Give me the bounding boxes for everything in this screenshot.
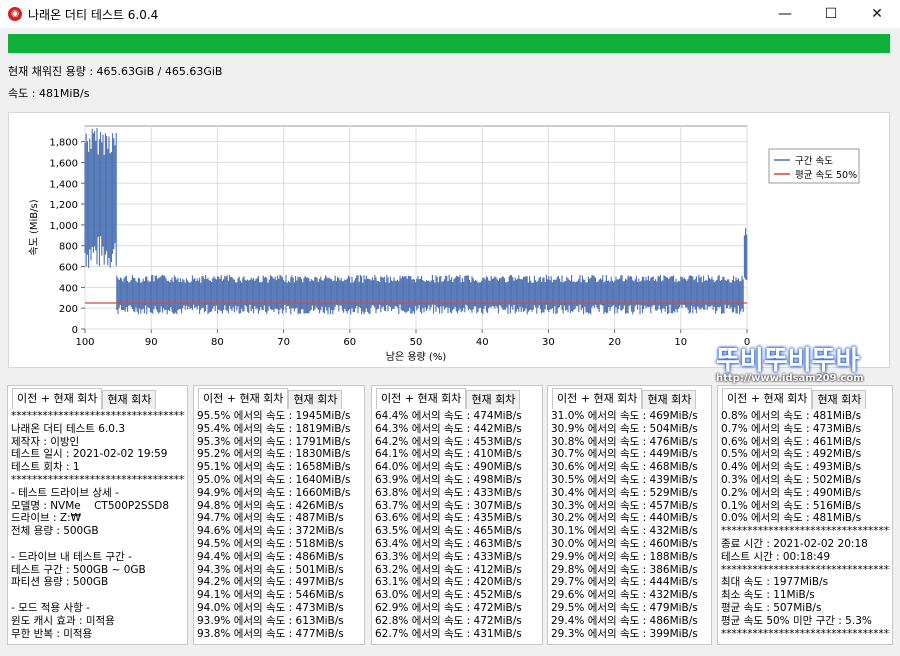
filled-capacity-text: 현재 채워진 용량 : 465.63GiB / 465.63GiB [8, 65, 223, 78]
speed-chart: 100 90 80 70 60 50 40 30 20 10 0 0 200 400 600 800 1,000… [8, 112, 890, 368]
log-text: 0.8% 에서의 속도 : 481MiB/s 0.7% 에서의 속도 : 473… [721, 410, 890, 640]
log-text: 95.5% 에서의 속도 : 1945MiB/s 95.4% 에서의 속도 : … [197, 410, 351, 640]
watermark-url-text: http://www.idsam209.com [716, 373, 864, 384]
log-panel-4: 이전 + 현재 회차 현재 회차 31.0% 에서의 속도 : 469MiB/s … [547, 385, 712, 645]
tab-previous-current[interactable]: 이전 + 현재 회차 [376, 388, 467, 409]
y-tick-label: 1,200 [49, 200, 78, 211]
log-panel-5: 이전 + 현재 회차 현재 회차 0.8% 에서의 속도 : 481MiB/s 0… [717, 385, 893, 645]
legend-label: 평균 속도 50% [795, 170, 857, 181]
log-panel-3: 이전 + 현재 회차 현재 회차 64.4% 에서의 속도 : 474MiB/s … [371, 385, 543, 645]
x-axis-label: 남은 용량 (%) [386, 351, 447, 363]
y-axis-label: 속도 (MiB/s) [28, 199, 40, 255]
y-tick-label: 1,800 [49, 138, 78, 149]
x-tick-label: 70 [277, 337, 290, 348]
close-button[interactable]: ✕ [854, 0, 900, 28]
minimize-button[interactable]: — [762, 0, 808, 28]
tab-previous-current[interactable]: 이전 + 현재 회차 [12, 388, 103, 409]
tab-previous-current[interactable]: 이전 + 현재 회차 [552, 388, 643, 409]
y-tick-label: 1,000 [49, 221, 78, 232]
y-tick-label: 1,600 [49, 158, 78, 169]
log-text: ****************************************… [11, 410, 185, 640]
app-logo-icon: ◉ [8, 7, 22, 21]
window-title: 나래온 더티 테스트 6.0.4 [28, 8, 159, 22]
x-tick-label: 80 [211, 337, 224, 348]
x-tick-label: 90 [145, 337, 158, 348]
x-tick-label: 20 [608, 337, 621, 348]
y-tick-label: 600 [59, 263, 78, 274]
watermark-big-text: 뚜비뚜비뚜바 [716, 346, 860, 376]
maximize-button[interactable]: ☐ [808, 0, 854, 28]
tab-current[interactable]: 현재 회차 [288, 390, 343, 409]
y-tick-label: 1,400 [49, 179, 78, 190]
x-tick-label: 60 [343, 337, 356, 348]
tab-previous-current[interactable]: 이전 + 현재 회차 [198, 388, 289, 409]
x-tick-label: 10 [674, 337, 687, 348]
log-text: 31.0% 에서의 속도 : 469MiB/s 30.9% 에서의 속도 : 5… [551, 410, 698, 640]
tab-previous-current[interactable]: 이전 + 현재 회차 [722, 388, 813, 409]
y-tick-label: 0 [72, 325, 78, 336]
progress-bar [8, 34, 890, 53]
y-tick-label: 800 [59, 242, 78, 253]
speed-chart-svg: 100 90 80 70 60 50 40 30 20 10 002004006008001,000… [28, 125, 860, 363]
watermark: 뚜비뚜비뚜바 http://www.idsam209.com [716, 340, 892, 390]
x-tick-label: 30 [542, 337, 555, 348]
tab-current[interactable]: 현재 회차 [642, 390, 697, 409]
tab-current[interactable]: 현재 회차 [812, 390, 867, 409]
y-tick-label: 200 [59, 304, 78, 315]
x-tick-label: 50 [410, 337, 423, 348]
speed-text: 속도 : 481MiB/s [8, 87, 90, 100]
title-bar: ◉ 나래온 더티 테스트 6.0.4 — ☐ ✕ [0, 0, 900, 28]
tab-current[interactable]: 현재 회차 [102, 390, 157, 409]
legend-label: 구간 속도 [795, 156, 833, 167]
x-tick-label: 100 [75, 337, 94, 348]
log-panel-1: 이전 + 현재 회차 현재 회차 ************************… [7, 385, 188, 645]
log-panel-2: 이전 + 현재 회차 현재 회차 95.5% 에서의 속도 : 1945MiB/s… [193, 385, 365, 645]
x-tick-label: 40 [476, 337, 489, 348]
tab-current[interactable]: 현재 회차 [466, 390, 521, 409]
y-tick-label: 400 [59, 283, 78, 294]
progress-fill [8, 34, 890, 53]
log-text: 64.4% 에서의 속도 : 474MiB/s 64.3% 에서의 속도 : 4… [375, 410, 522, 640]
